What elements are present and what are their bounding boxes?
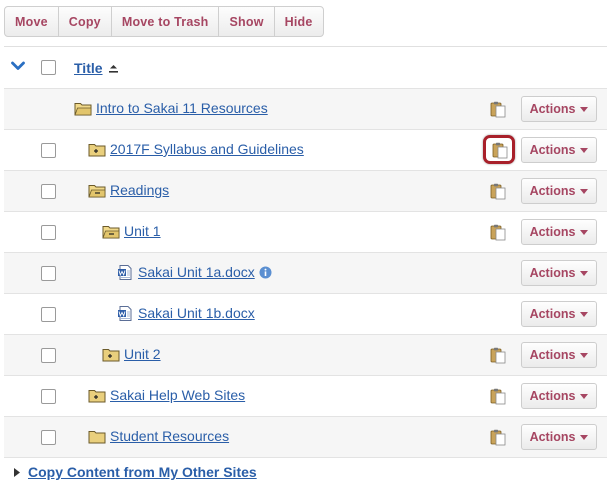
actions-button[interactable]: Actions	[521, 137, 597, 163]
row-checkbox[interactable]	[41, 348, 56, 363]
table-row: Sakai Help Web Sites Actions	[4, 376, 607, 417]
resource-item: 2017F Syllabus and Guidelines	[88, 141, 304, 157]
row-checkbox[interactable]	[41, 143, 56, 158]
actions-label: Actions	[529, 225, 576, 239]
row-checkbox[interactable]	[41, 184, 56, 199]
resource-item: Readings	[88, 182, 169, 198]
resource-item: Unit 1	[102, 223, 161, 239]
actions-label: Actions	[529, 143, 576, 157]
resource-link[interactable]: Readings	[110, 182, 169, 198]
resource-link[interactable]: Unit 2	[124, 346, 161, 362]
resource-link[interactable]: Sakai Unit 1b.docx	[138, 305, 255, 321]
caret-down-icon	[580, 229, 589, 235]
actions-label: Actions	[529, 389, 576, 403]
resource-item: Sakai Unit 1a.docx	[116, 264, 272, 280]
select-all-checkbox[interactable]	[41, 60, 56, 75]
caret-down-icon	[580, 188, 589, 194]
title-sort-link[interactable]: Title	[74, 60, 103, 76]
move-to-trash-button[interactable]: Move to Trash	[112, 7, 220, 36]
folder-plus-icon[interactable]	[88, 142, 106, 157]
clipboard-icon[interactable]	[490, 224, 506, 241]
action-toolbar: Move Copy Move to Trash Show Hide	[4, 6, 324, 37]
resource-link[interactable]: Sakai Help Web Sites	[110, 387, 245, 403]
clipboard-icon[interactable]	[490, 429, 506, 446]
actions-label: Actions	[529, 266, 576, 280]
resource-item: Intro to Sakai 11 Resources	[74, 100, 268, 116]
table-row: Sakai Unit 1b.docx Actions	[4, 294, 607, 335]
folder-minus-icon[interactable]	[102, 224, 120, 239]
actions-button[interactable]: Actions	[521, 424, 597, 450]
resource-link[interactable]: Student Resources	[110, 428, 229, 444]
resource-item: Unit 2	[102, 346, 161, 362]
actions-button[interactable]: Actions	[521, 301, 597, 327]
table-row: Unit 1 Actions	[4, 212, 607, 253]
folder-plus-icon[interactable]	[102, 347, 120, 362]
chevron-down-icon[interactable]	[11, 61, 25, 71]
row-checkbox[interactable]	[41, 266, 56, 281]
caret-down-icon	[580, 270, 589, 276]
clipboard-icon[interactable]	[490, 183, 506, 200]
row-checkbox[interactable]	[41, 389, 56, 404]
resource-link[interactable]: Intro to Sakai 11 Resources	[96, 100, 268, 116]
resource-item: Sakai Unit 1b.docx	[116, 305, 255, 321]
word-doc-icon[interactable]	[116, 305, 134, 321]
copy-button[interactable]: Copy	[59, 7, 112, 36]
clipboard-icon[interactable]	[490, 101, 506, 118]
folder-open-icon[interactable]	[74, 101, 92, 116]
actions-label: Actions	[529, 102, 576, 116]
table-row: Sakai Unit 1a.docx Actions	[4, 253, 607, 294]
clipboard-highlight	[483, 135, 515, 164]
table-header: Title	[4, 47, 607, 89]
clipboard-icon[interactable]	[492, 142, 508, 159]
caret-down-icon	[580, 106, 589, 112]
actions-button[interactable]: Actions	[521, 96, 597, 122]
copy-content-link[interactable]: Copy Content from My Other Sites	[28, 464, 257, 480]
actions-button[interactable]: Actions	[521, 383, 597, 409]
resource-link[interactable]: Unit 1	[124, 223, 161, 239]
table-row: Student Resources Actions	[4, 417, 607, 458]
actions-button[interactable]: Actions	[521, 342, 597, 368]
table-row: Unit 2 Actions	[4, 335, 607, 376]
folder-plus-icon[interactable]	[88, 388, 106, 403]
folder-minus-icon[interactable]	[88, 183, 106, 198]
actions-button[interactable]: Actions	[521, 219, 597, 245]
caret-down-icon	[580, 393, 589, 399]
clipboard-icon[interactable]	[490, 388, 506, 405]
triangle-right-icon[interactable]	[14, 467, 20, 477]
caret-down-icon	[580, 311, 589, 317]
actions-label: Actions	[529, 184, 576, 198]
copy-content-section: Copy Content from My Other Sites	[14, 464, 257, 480]
actions-button[interactable]: Actions	[521, 178, 597, 204]
show-button[interactable]: Show	[219, 7, 275, 36]
table-row: Intro to Sakai 11 Resources Actions	[4, 89, 607, 130]
resource-link[interactable]: Sakai Unit 1a.docx	[138, 264, 255, 280]
actions-button[interactable]: Actions	[521, 260, 597, 286]
table-row: 2017F Syllabus and Guidelines Actions	[4, 130, 607, 171]
clipboard-icon[interactable]	[490, 347, 506, 364]
actions-label: Actions	[529, 348, 576, 362]
actions-label: Actions	[529, 307, 576, 321]
move-button[interactable]: Move	[5, 7, 59, 36]
info-icon[interactable]	[259, 266, 272, 279]
caret-down-icon	[580, 147, 589, 153]
table-row: Readings Actions	[4, 171, 607, 212]
folder-icon[interactable]	[88, 429, 106, 444]
caret-down-icon	[580, 352, 589, 358]
resource-item: Sakai Help Web Sites	[88, 387, 245, 403]
hide-button[interactable]: Hide	[275, 7, 323, 36]
actions-label: Actions	[529, 430, 576, 444]
word-doc-icon[interactable]	[116, 264, 134, 280]
resources-table: Title Intro to Sakai 11 Resources Actions…	[4, 46, 607, 458]
resource-link[interactable]: 2017F Syllabus and Guidelines	[110, 141, 304, 157]
row-checkbox[interactable]	[41, 307, 56, 322]
sort-ascending-icon	[109, 65, 118, 73]
row-checkbox[interactable]	[41, 225, 56, 240]
resource-item: Student Resources	[88, 428, 229, 444]
row-checkbox[interactable]	[41, 430, 56, 445]
caret-down-icon	[580, 434, 589, 440]
